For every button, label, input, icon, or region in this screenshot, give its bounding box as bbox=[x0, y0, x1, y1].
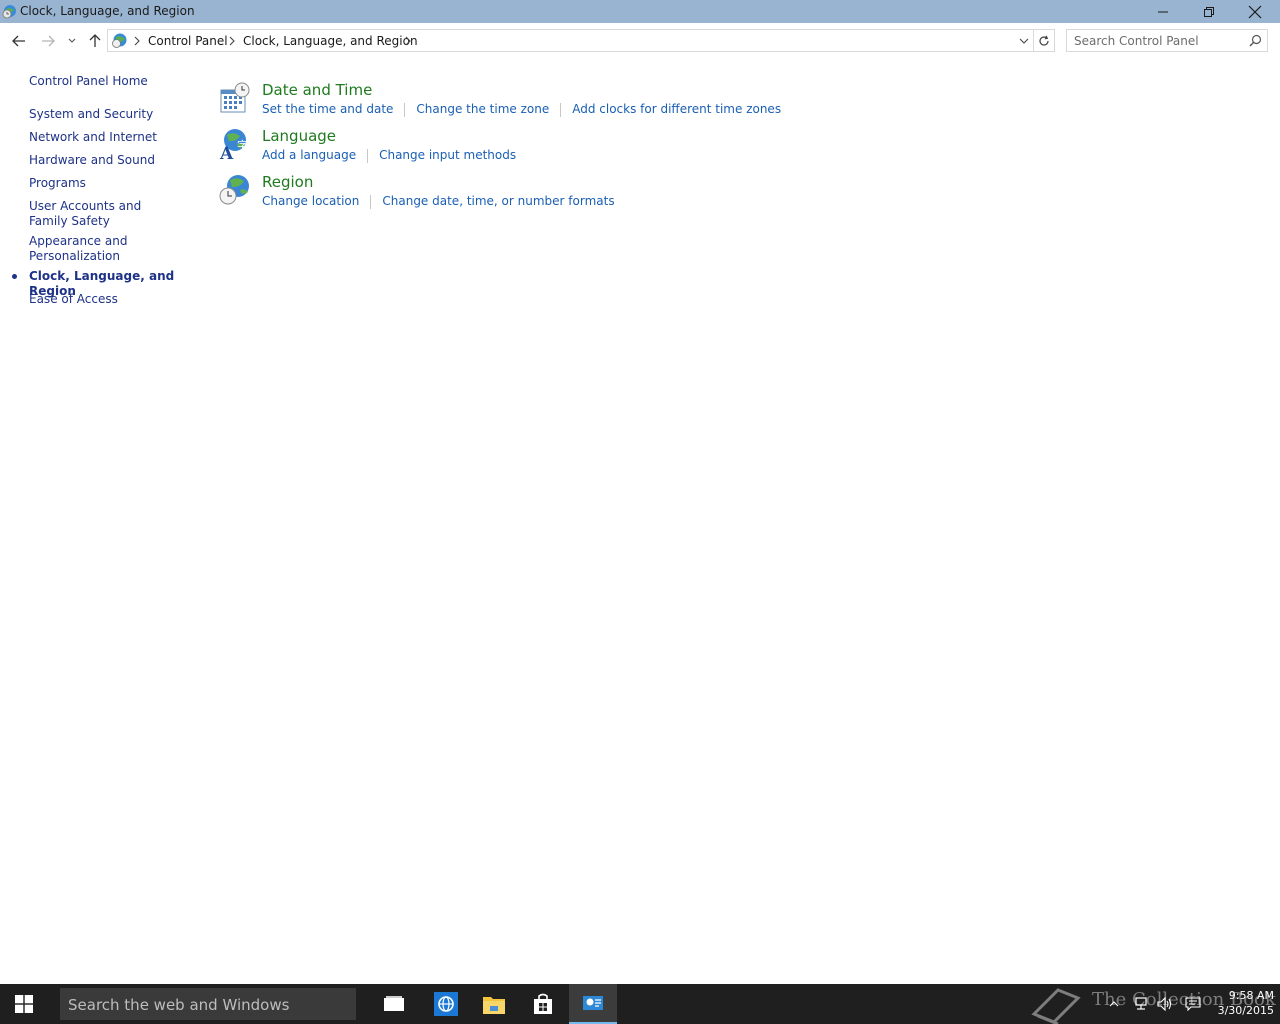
breadcrumb-chevron-icon[interactable] bbox=[404, 35, 412, 46]
language-links: Add a language Change input methods bbox=[262, 148, 516, 163]
file-explorer-button[interactable] bbox=[470, 984, 518, 1024]
link-divider bbox=[370, 195, 372, 209]
language-globe-icon: A 字 bbox=[218, 127, 252, 164]
shopping-bag-icon bbox=[534, 993, 552, 1014]
control-panel-location-icon bbox=[111, 32, 128, 49]
region-heading[interactable]: Region bbox=[262, 173, 313, 191]
control-panel-icon bbox=[583, 996, 603, 1010]
sidebar-item-ease-of-access[interactable]: Ease of Access bbox=[29, 292, 189, 307]
control-panel-taskbar-button[interactable] bbox=[569, 984, 617, 1024]
clock-date: 3/30/2015 bbox=[1217, 1004, 1274, 1017]
navigation-bar: Control Panel Clock, Language, and Regio… bbox=[0, 23, 1280, 59]
sidebar-item-network-and-internet[interactable]: Network and Internet bbox=[29, 130, 189, 145]
control-panel-icon bbox=[2, 4, 17, 19]
change-input-methods-link[interactable]: Change input methods bbox=[379, 148, 516, 163]
breadcrumb-clock-language-region[interactable]: Clock, Language, and Region bbox=[243, 34, 418, 48]
search-box[interactable] bbox=[1066, 29, 1268, 52]
change-time-zone-link[interactable]: Change the time zone bbox=[416, 102, 549, 117]
link-divider bbox=[560, 103, 562, 117]
network-icon bbox=[1135, 997, 1147, 1010]
sidebar-item-system-and-security[interactable]: System and Security bbox=[29, 107, 189, 122]
folder-icon bbox=[483, 997, 505, 1014]
back-button[interactable] bbox=[8, 30, 30, 52]
region-globe-clock-icon bbox=[218, 173, 252, 207]
clock-time: 9:58 AM bbox=[1228, 989, 1274, 1002]
language-heading[interactable]: Language bbox=[262, 127, 336, 145]
recent-locations-dropdown[interactable] bbox=[61, 30, 83, 52]
date-and-time-heading[interactable]: Date and Time bbox=[262, 81, 372, 99]
task-view-icon bbox=[384, 996, 404, 1011]
taskbar: Search the web and Windows The Collectio… bbox=[0, 984, 1280, 1024]
minimize-button[interactable] bbox=[1140, 0, 1186, 23]
add-language-link[interactable]: Add a language bbox=[262, 148, 356, 163]
taskbar-clock[interactable]: 9:58 AM 3/30/2015 bbox=[1208, 988, 1274, 1018]
search-input[interactable] bbox=[1067, 30, 1245, 51]
calendar-clock-icon bbox=[218, 81, 252, 115]
change-formats-link[interactable]: Change date, time, or number formats bbox=[382, 194, 614, 209]
breadcrumb-chevron-icon[interactable] bbox=[228, 35, 236, 46]
address-bar[interactable]: Control Panel Clock, Language, and Regio… bbox=[107, 29, 1034, 52]
title-bar: Clock, Language, and Region bbox=[0, 0, 1280, 23]
volume-tray-button[interactable] bbox=[1156, 984, 1174, 1024]
browser-icon bbox=[434, 992, 458, 1016]
taskbar-search-box[interactable]: Search the web and Windows bbox=[60, 988, 356, 1020]
date-and-time-links: Set the time and date Change the time zo… bbox=[262, 102, 781, 117]
refresh-icon bbox=[1039, 35, 1049, 46]
taskbar-search-placeholder: Search the web and Windows bbox=[68, 996, 290, 1014]
restore-button[interactable] bbox=[1186, 0, 1232, 23]
svg-text:A: A bbox=[219, 144, 234, 161]
task-view-button[interactable] bbox=[370, 984, 418, 1024]
region-links: Change location Change date, time, or nu… bbox=[262, 194, 615, 209]
control-panel-home-link[interactable]: Control Panel Home bbox=[29, 74, 189, 89]
refresh-button[interactable] bbox=[1034, 29, 1055, 52]
start-button[interactable] bbox=[0, 984, 48, 1024]
network-tray-button[interactable] bbox=[1132, 984, 1150, 1024]
sidebar-item-programs[interactable]: Programs bbox=[29, 176, 189, 191]
sidebar-item-hardware-and-sound[interactable]: Hardware and Sound bbox=[29, 153, 189, 168]
address-history-chevron-down-icon[interactable] bbox=[1019, 35, 1029, 47]
change-location-link[interactable]: Change location bbox=[262, 194, 359, 209]
breadcrumb-control-panel[interactable]: Control Panel bbox=[148, 34, 228, 48]
link-divider bbox=[367, 149, 369, 163]
book-logo-icon bbox=[1031, 988, 1081, 1024]
chevron-up-icon bbox=[1109, 1001, 1119, 1007]
link-divider bbox=[404, 103, 406, 117]
show-hidden-icons-button[interactable] bbox=[1106, 984, 1122, 1024]
close-button[interactable] bbox=[1232, 0, 1278, 23]
search-icon[interactable] bbox=[1249, 34, 1262, 47]
window-title: Clock, Language, and Region bbox=[20, 4, 195, 18]
speaker-icon bbox=[1157, 997, 1172, 1011]
windows-logo-icon bbox=[15, 995, 33, 1013]
internet-explorer-button[interactable] bbox=[422, 984, 470, 1024]
set-time-and-date-link[interactable]: Set the time and date bbox=[262, 102, 393, 117]
notification-icon bbox=[1185, 997, 1201, 1011]
forward-button[interactable] bbox=[37, 30, 59, 52]
add-clocks-link[interactable]: Add clocks for different time zones bbox=[572, 102, 781, 117]
up-button[interactable] bbox=[84, 30, 106, 52]
action-center-button[interactable] bbox=[1183, 984, 1203, 1024]
sidebar-item-user-accounts[interactable]: User Accounts and Family Safety bbox=[29, 199, 179, 229]
breadcrumb-chevron-icon[interactable] bbox=[133, 35, 141, 46]
current-page-bullet bbox=[12, 274, 17, 279]
svg-text:字: 字 bbox=[237, 138, 248, 152]
sidebar-item-appearance[interactable]: Appearance and Personalization bbox=[29, 234, 129, 264]
store-button[interactable] bbox=[519, 984, 567, 1024]
